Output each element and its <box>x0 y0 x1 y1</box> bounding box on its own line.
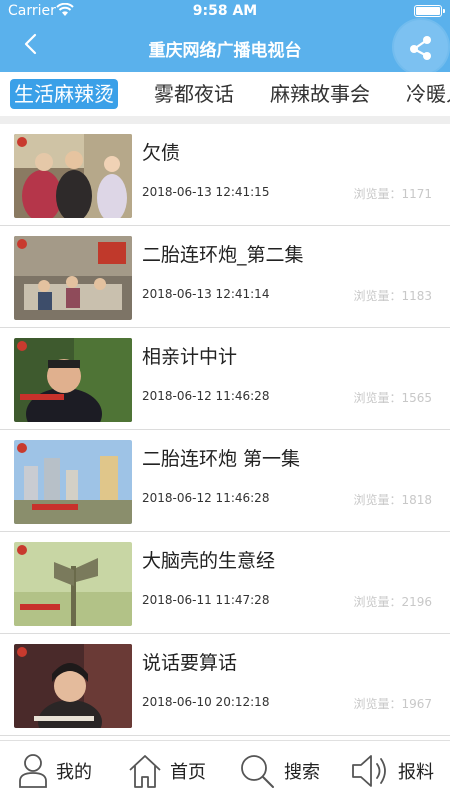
tabs-divider <box>0 116 450 124</box>
view-count: 浏览量：1171 <box>353 187 432 201</box>
video-date: 2018-06-12 11:46:28 <box>142 389 270 403</box>
video-title: 二胎连环炮_第二集 <box>142 244 304 266</box>
list-item[interactable]: 说话要算话 2018-06-10 20:12:18 浏览量：1967 <box>0 634 450 736</box>
video-date: 2018-06-11 11:47:28 <box>142 593 270 607</box>
video-title: 相亲计中计 <box>142 346 238 368</box>
video-date: 2018-06-10 20:12:18 <box>142 695 270 709</box>
battery-icon <box>414 5 445 17</box>
tab-lengnuan[interactable]: 冷暖人 <box>402 79 450 109</box>
video-date: 2018-06-12 11:46:28 <box>142 491 270 505</box>
tab-shenghuo-malatang[interactable]: 生活麻辣烫 <box>10 79 118 109</box>
view-count: 浏览量：2196 <box>353 595 432 609</box>
list-item[interactable]: 相亲计中计 2018-06-12 11:46:28 浏览量：1565 <box>0 328 450 430</box>
tab-home-label: 首页 <box>170 762 206 783</box>
video-thumbnail <box>14 440 132 524</box>
video-thumbnail <box>14 236 132 320</box>
tab-wudu-yehua[interactable]: 雾都夜话 <box>150 79 238 109</box>
video-thumbnail <box>14 542 132 626</box>
tab-home[interactable]: 首页 <box>128 741 206 800</box>
view-count: 浏览量：1967 <box>353 697 432 711</box>
share-button[interactable] <box>394 20 448 74</box>
list-item[interactable]: 大脑壳的生意经 2018-06-11 11:47:28 浏览量：2196 <box>0 532 450 634</box>
tab-mala-gushihui[interactable]: 麻辣故事会 <box>266 79 374 109</box>
status-bar: Carrier 9:58 AM <box>0 0 450 22</box>
video-thumbnail <box>14 134 132 218</box>
tab-report[interactable]: 报料 <box>350 741 434 800</box>
video-thumbnail <box>14 644 132 728</box>
search-icon <box>241 755 274 788</box>
share-icon <box>410 36 431 60</box>
list-item[interactable]: 二胎连环炮_第二集 2018-06-13 12:41:14 浏览量：1183 <box>0 226 450 328</box>
view-count: 浏览量：1565 <box>353 391 432 405</box>
bottom-tab-bar: 我的 首页 搜索 报料 <box>0 740 450 800</box>
video-title: 欠债 <box>142 142 181 164</box>
tab-report-label: 报料 <box>398 762 434 783</box>
page-title: 重庆网络广播电视台 <box>148 41 302 61</box>
person-icon <box>19 754 47 788</box>
tab-search-label: 搜索 <box>284 762 320 783</box>
app-header: Carrier 9:58 AM 重庆网络广播电视台 <box>0 0 450 74</box>
home-icon <box>129 755 161 788</box>
clock: 9:58 AM <box>192 3 258 19</box>
video-date: 2018-06-13 12:41:14 <box>142 287 270 301</box>
list-item[interactable]: 欠债 2018-06-13 12:41:15 浏览量：1171 <box>0 124 450 226</box>
speaker-icon <box>352 755 386 787</box>
video-title: 二胎连环炮 第一集 <box>142 448 301 470</box>
tab-mine-label: 我的 <box>56 762 92 783</box>
video-title: 大脑壳的生意经 <box>142 550 276 572</box>
video-date: 2018-06-13 12:41:15 <box>142 185 270 199</box>
category-tabs: 生活麻辣烫 雾都夜话 麻辣故事会 冷暖人 <box>0 72 450 116</box>
tab-mine[interactable]: 我的 <box>18 741 92 800</box>
view-count: 浏览量：1818 <box>353 493 432 507</box>
view-count: 浏览量：1183 <box>353 289 432 303</box>
video-thumbnail <box>14 338 132 422</box>
video-title: 说话要算话 <box>142 652 238 674</box>
tab-search[interactable]: 搜索 <box>238 741 320 800</box>
list-item[interactable]: 二胎连环炮 第一集 2018-06-12 11:46:28 浏览量：1818 <box>0 430 450 532</box>
